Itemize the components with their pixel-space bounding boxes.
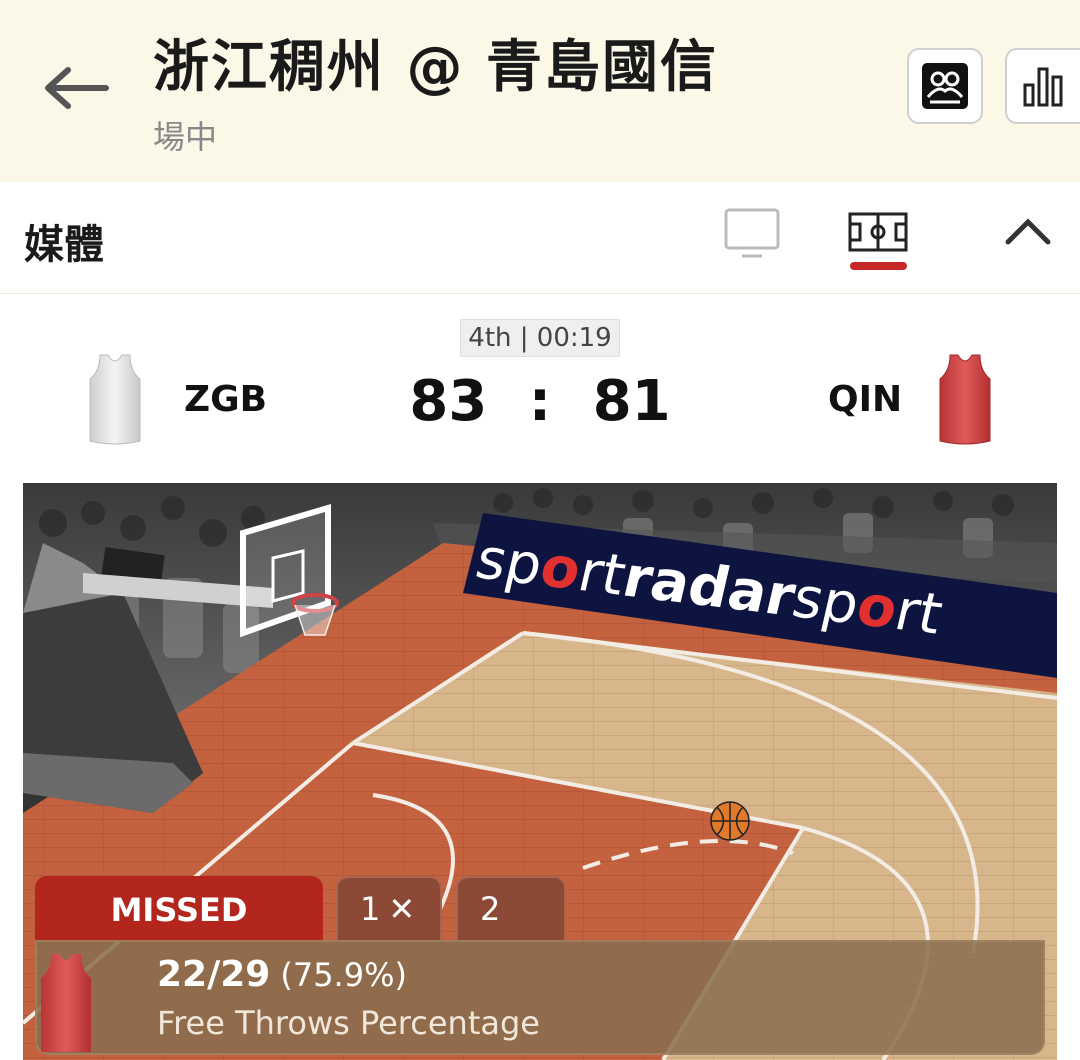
chevron-up-icon <box>1005 218 1051 245</box>
attempt-1-number: 1 <box>360 890 381 928</box>
attempt-2-tab: 2 <box>456 876 566 942</box>
stats-button[interactable] <box>1005 48 1080 124</box>
stat-label: Free Throws Percentage <box>157 1004 540 1042</box>
scoreboard: 4th | 00:19 ZGB 83 : 81 QIN <box>0 295 1080 483</box>
lineup-icon <box>922 63 968 109</box>
stat-info-bar: 22/29 (75.9%) Free Throws Percentage <box>35 940 1045 1055</box>
basketball-icon <box>710 801 750 841</box>
home-team-abbr: ZGB <box>184 379 268 420</box>
stat-percentage: (75.9%) <box>280 956 407 994</box>
tv-button[interactable] <box>722 206 782 262</box>
match-status: 場中 <box>153 118 218 156</box>
away-team-abbr: QIN <box>828 379 903 420</box>
result-missed-tab: MISSED <box>35 876 323 942</box>
media-bar: 媒體 <box>0 182 1080 294</box>
collapse-button[interactable] <box>1002 212 1054 252</box>
attempt-2-number: 2 <box>480 890 501 928</box>
stat-value: 22/29 (75.9%) <box>157 954 407 995</box>
court-icon <box>848 212 908 252</box>
score-separator: : <box>528 369 552 434</box>
stat-fraction: 22/29 <box>157 954 271 995</box>
score-display: 83 : 81 <box>400 369 680 434</box>
lineup-button[interactable] <box>907 48 983 124</box>
court-view-button[interactable] <box>846 206 910 262</box>
close-icon: ✕ <box>388 890 416 928</box>
period-clock: 4th | 00:19 <box>460 319 620 357</box>
away-score: 81 <box>592 369 671 434</box>
attempt-1-tab: 1 ✕ <box>336 876 442 942</box>
player-jersey-icon <box>37 952 95 1056</box>
match-title: 浙江稠州 @ 青島國信 <box>153 35 718 100</box>
active-tab-indicator <box>850 262 907 270</box>
arrow-left-icon <box>45 67 109 109</box>
tv-icon <box>724 208 780 258</box>
home-score: 83 <box>409 369 488 434</box>
bar-chart-icon <box>1023 67 1063 107</box>
back-button[interactable] <box>40 58 112 118</box>
away-jersey-icon <box>936 353 994 449</box>
media-title: 媒體 <box>24 222 104 268</box>
home-jersey-icon <box>86 353 144 449</box>
match-header: 浙江稠州 @ 青島國信 場中 <box>0 0 1080 182</box>
